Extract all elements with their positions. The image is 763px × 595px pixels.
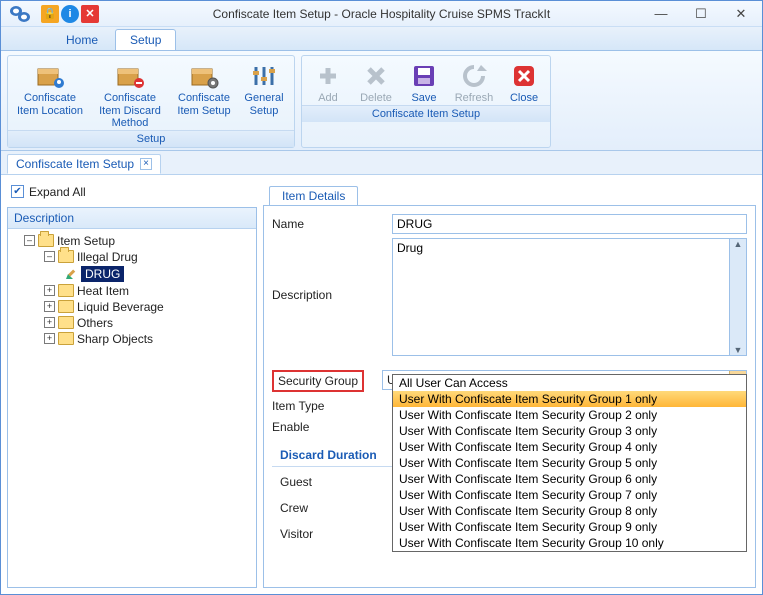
ribbon-caption-setup: Setup xyxy=(8,130,294,147)
app-window: 🔒 i ✕ Confiscate Item Setup - Oracle Hos… xyxy=(0,0,763,595)
folder-icon xyxy=(58,316,74,329)
title-bar: 🔒 i ✕ Confiscate Item Setup - Oracle Hos… xyxy=(1,1,762,27)
dropdown-option[interactable]: User With Confiscate Item Security Group… xyxy=(393,439,746,455)
close-button[interactable]: ✕ xyxy=(730,6,752,22)
rbtn-refresh[interactable]: Refresh xyxy=(450,60,498,105)
sliders-icon xyxy=(249,62,279,90)
main-tabstrip: Home Setup xyxy=(1,27,762,51)
document-tabstrip: Confiscate Item Setup × xyxy=(1,151,762,175)
lock-icon[interactable]: 🔒 xyxy=(41,5,59,23)
folder-icon xyxy=(58,284,74,297)
doc-tab-close-icon[interactable]: × xyxy=(140,158,152,170)
dropdown-option[interactable]: User With Confiscate Item Security Group… xyxy=(393,503,746,519)
folder-open-icon xyxy=(38,234,54,247)
rbtn-close[interactable]: Close xyxy=(504,60,544,105)
rbtn-discard-method[interactable]: Confiscate Item Discard Method xyxy=(92,60,168,130)
save-icon xyxy=(409,62,439,90)
tree-item[interactable]: –Illegal Drug xyxy=(10,249,254,265)
expand-icon[interactable]: + xyxy=(44,285,55,296)
name-input[interactable] xyxy=(392,214,747,234)
folder-icon xyxy=(58,332,74,345)
dropdown-option[interactable]: All User Can Access xyxy=(393,375,746,391)
tree-leaf-selected[interactable]: DRUG xyxy=(10,265,254,283)
info-icon[interactable]: i xyxy=(61,5,79,23)
detail-body: Name Description Drug ▲▼ Security Group … xyxy=(263,205,756,588)
doc-tab-confiscate[interactable]: Confiscate Item Setup × xyxy=(7,154,161,174)
tree-item[interactable]: +Others xyxy=(10,315,254,331)
expand-icon[interactable]: + xyxy=(44,317,55,328)
tab-item-details[interactable]: Item Details xyxy=(269,186,358,205)
row-name: Name xyxy=(272,214,747,234)
scroll-down-icon[interactable]: ▼ xyxy=(734,345,743,355)
row-description: Description Drug ▲▼ xyxy=(272,238,747,356)
collapse-icon[interactable]: – xyxy=(44,251,55,262)
expand-all-row[interactable]: ✔ Expand All xyxy=(7,183,257,201)
ribbon-group-setup: Confiscate Item Location Confiscate Item… xyxy=(7,55,295,148)
scroll-up-icon[interactable]: ▲ xyxy=(734,239,743,249)
ribbon-caption-confiscate: Confiscate Item Setup xyxy=(302,105,550,122)
dropdown-option[interactable]: User With Confiscate Item Security Group… xyxy=(393,455,746,471)
collapse-icon[interactable]: – xyxy=(24,235,35,246)
expand-icon[interactable]: + xyxy=(44,333,55,344)
ribbon: Confiscate Item Location Confiscate Item… xyxy=(1,51,762,151)
tree-item[interactable]: +Liquid Beverage xyxy=(10,299,254,315)
window-controls: — ☐ ✕ xyxy=(650,6,762,22)
tree-item[interactable]: +Sharp Objects xyxy=(10,331,254,347)
rbtn-add[interactable]: Add xyxy=(308,60,348,105)
maximize-button[interactable]: ☐ xyxy=(690,6,712,22)
folder-open-icon xyxy=(58,250,74,263)
tab-setup[interactable]: Setup xyxy=(115,29,176,50)
titlebar-left: 🔒 i ✕ xyxy=(1,3,99,25)
dropdown-option[interactable]: User With Confiscate Item Security Group… xyxy=(393,423,746,439)
dropdown-option[interactable]: User With Confiscate Item Security Group… xyxy=(393,471,746,487)
left-pane: ✔ Expand All Description –Item Setup –Il… xyxy=(7,183,257,588)
expand-all-label: Expand All xyxy=(29,185,86,199)
tree-root[interactable]: –Item Setup xyxy=(10,233,254,249)
dropdown-option[interactable]: User With Confiscate Item Security Group… xyxy=(393,519,746,535)
label-name: Name xyxy=(272,214,382,231)
qat-close-icon[interactable]: ✕ xyxy=(81,5,99,23)
textarea-scrollbar[interactable]: ▲▼ xyxy=(730,238,747,356)
security-group-dropdown-list[interactable]: All User Can Access User With Confiscate… xyxy=(392,374,747,552)
x-icon xyxy=(361,62,391,90)
item-tree[interactable]: –Item Setup –Illegal Drug DRUG +Heat Ite… xyxy=(8,229,256,587)
ribbon-group-confiscate: Add Delete Save Refresh Close xyxy=(301,55,551,148)
box-discard-icon xyxy=(115,62,145,90)
label-security-group: Security Group xyxy=(272,370,364,392)
rbtn-general-setup[interactable]: General Setup xyxy=(240,60,288,130)
right-pane: Item Details Name Description Drug ▲▼ Se… xyxy=(263,183,756,588)
description-panel: Description –Item Setup –Illegal Drug DR… xyxy=(7,207,257,588)
pencil-icon xyxy=(64,267,78,281)
rbtn-item-setup[interactable]: Confiscate Item Setup xyxy=(174,60,234,130)
expand-icon[interactable]: + xyxy=(44,301,55,312)
rbtn-item-location[interactable]: Confiscate Item Location xyxy=(14,60,86,130)
rbtn-delete[interactable]: Delete xyxy=(354,60,398,105)
folder-icon xyxy=(58,300,74,313)
expand-all-checkbox[interactable]: ✔ xyxy=(11,185,24,198)
plus-icon xyxy=(313,62,343,90)
dropdown-option[interactable]: User With Confiscate Item Security Group… xyxy=(393,391,746,407)
dropdown-option[interactable]: User With Confiscate Item Security Group… xyxy=(393,407,746,423)
close-red-icon xyxy=(509,62,539,90)
label-description: Description xyxy=(272,238,382,302)
doc-tab-label: Confiscate Item Setup xyxy=(16,157,134,171)
minimize-button[interactable]: — xyxy=(650,6,672,22)
dropdown-option[interactable]: User With Confiscate Item Security Group… xyxy=(393,535,746,551)
tab-home[interactable]: Home xyxy=(51,29,113,50)
window-title: Confiscate Item Setup - Oracle Hospitali… xyxy=(1,7,762,21)
tree-item[interactable]: +Heat Item xyxy=(10,283,254,299)
label-enable: Enable xyxy=(272,417,382,434)
box-pin-icon xyxy=(35,62,65,90)
description-header: Description xyxy=(8,208,256,229)
content-area: ✔ Expand All Description –Item Setup –Il… xyxy=(1,175,762,594)
detail-tabstrip: Item Details xyxy=(263,183,756,205)
app-icon xyxy=(5,3,35,25)
dropdown-option[interactable]: User With Confiscate Item Security Group… xyxy=(393,487,746,503)
rbtn-save[interactable]: Save xyxy=(404,60,444,105)
refresh-icon xyxy=(459,62,489,90)
box-gear-icon xyxy=(189,62,219,90)
label-item-type: Item Type xyxy=(272,396,382,413)
description-textarea[interactable]: Drug xyxy=(392,238,730,356)
